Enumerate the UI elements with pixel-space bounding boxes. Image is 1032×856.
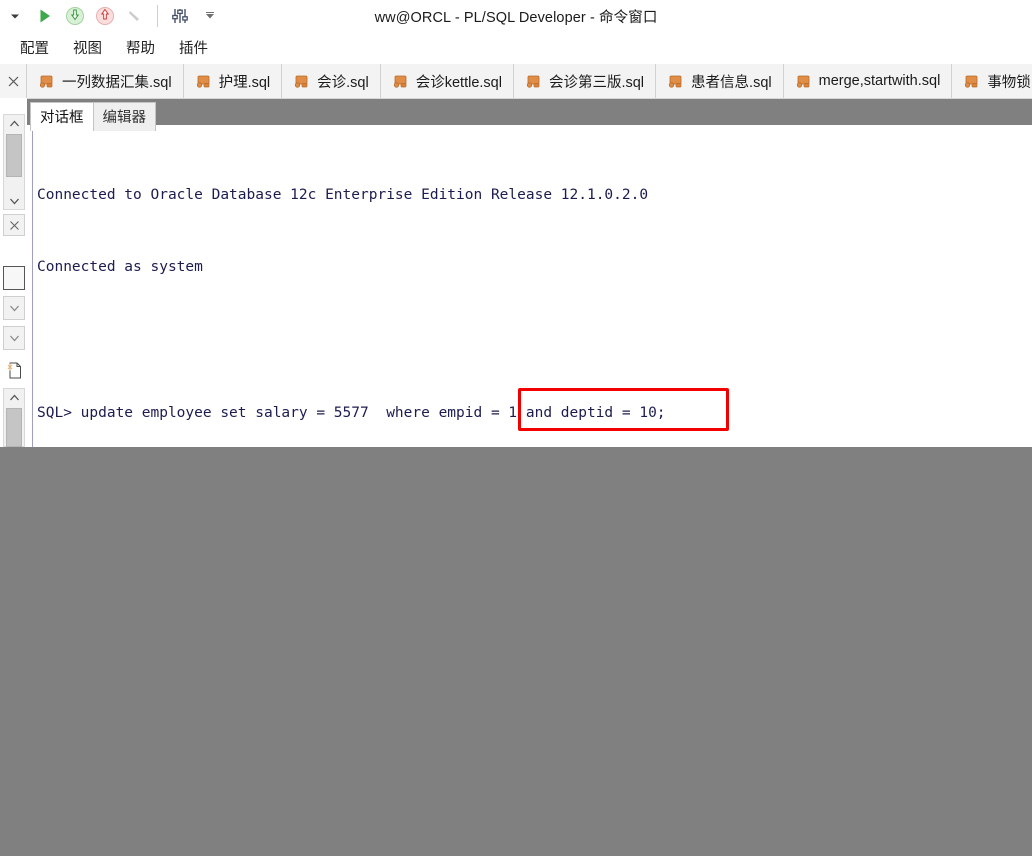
console-gutter (27, 125, 33, 447)
tab-label: 会诊kettle.sql (415, 74, 502, 91)
scrollbar-thumb[interactable] (6, 134, 22, 177)
pl-sql-developer-window: ww@ORCL - PL/SQL Developer - 命令窗口 配置 视图 … (0, 0, 1032, 856)
tab-label: merge,startwith.sql (818, 73, 941, 89)
sql-file-icon (39, 75, 53, 88)
tab-label: 一列数据汇集.sql (62, 74, 172, 91)
left-scrollbar[interactable] (3, 114, 25, 210)
menu-config[interactable]: 配置 (8, 34, 61, 61)
tab-item[interactable]: 一列数据汇集.sql (27, 64, 184, 98)
sql-file-icon (526, 75, 540, 88)
tab-dialog[interactable]: 对话框 (30, 102, 94, 131)
scroll-down-arrow-icon[interactable] (4, 192, 24, 209)
overflow-chevron-icon[interactable] (195, 2, 225, 30)
tab-label: 患者信息.sql (691, 74, 772, 91)
rail-chevron-down-1-icon[interactable] (3, 296, 25, 320)
tab-label: 护理.sql (218, 74, 271, 91)
sql-file-icon (196, 75, 209, 88)
dropdown-arrow-icon[interactable] (0, 2, 30, 30)
tab-item[interactable]: 护理.sql (183, 64, 283, 98)
window-title: ww@ORCL - PL/SQL Developer - 命令窗口 (374, 10, 658, 26)
tab-item[interactable]: 事物锁.s (952, 64, 1032, 98)
console-line: Connected as system (37, 259, 203, 276)
sql-file-icon (796, 75, 810, 88)
command-window-output[interactable]: Connected to Oracle Database 12c Enterpr… (27, 125, 1032, 447)
sql-file-icon (295, 75, 308, 88)
tab-item[interactable]: 会诊第三版.sql (513, 64, 657, 98)
rail-close-button[interactable] (3, 214, 25, 236)
document-tab-strip: 一列数据汇集.sql 护理.sql 会诊.sql 会诊kettle.sql 会诊… (0, 64, 1032, 99)
tab-item[interactable]: 会诊.sql (282, 64, 381, 98)
tab-label: 事物锁.s (987, 74, 1032, 91)
main-toolbar: ww@ORCL - PL/SQL Developer - 命令窗口 (0, 0, 1032, 31)
sql-file-icon (668, 75, 682, 88)
toolbar-separator (157, 4, 158, 27)
tab-item[interactable]: 会诊kettle.sql (380, 64, 514, 98)
menu-view[interactable]: 视图 (61, 34, 114, 61)
menu-help[interactable]: 帮助 (114, 34, 167, 61)
sql-file-icon (393, 75, 407, 88)
console-line: Connected to Oracle Database 12c Enterpr… (37, 186, 649, 203)
tab-item[interactable]: merge,startwith.sql (783, 64, 953, 98)
close-tab-button[interactable] (0, 64, 27, 98)
rail-panel-button[interactable] (3, 266, 25, 290)
scrollbar-thumb-lower[interactable] (6, 408, 22, 447)
export-upload-icon[interactable] (90, 2, 120, 30)
menu-plugins[interactable]: 插件 (167, 34, 220, 61)
left-scrollbar-lower[interactable] (3, 388, 25, 447)
tab-label: 会诊.sql (317, 74, 369, 91)
tab-label: 会诊第三版.sql (548, 74, 645, 91)
sql-file-icon (965, 75, 978, 88)
menu-bar: 配置 视图 帮助 插件 (0, 31, 1032, 64)
break-disabled-icon (120, 2, 150, 30)
sliders-settings-icon[interactable] (165, 2, 195, 30)
document-icon[interactable] (3, 358, 25, 382)
scroll-up-arrow-icon-lower[interactable] (4, 389, 24, 406)
import-download-icon[interactable] (60, 2, 90, 30)
run-icon[interactable] (30, 2, 60, 30)
desktop-background (0, 447, 1032, 856)
left-rail (0, 98, 27, 447)
panel-tabs: 对话框 编辑器 (30, 102, 156, 131)
tab-editor[interactable]: 编辑器 (92, 102, 156, 131)
console-line: SQL> update employee set salary = 5577 w… (37, 405, 666, 422)
tab-item[interactable]: 患者信息.sql (656, 64, 784, 98)
scroll-up-arrow-icon[interactable] (4, 115, 24, 132)
console-text: Connected to Oracle Database 12c Enterpr… (37, 134, 1027, 447)
rail-chevron-down-2-icon[interactable] (3, 326, 25, 350)
